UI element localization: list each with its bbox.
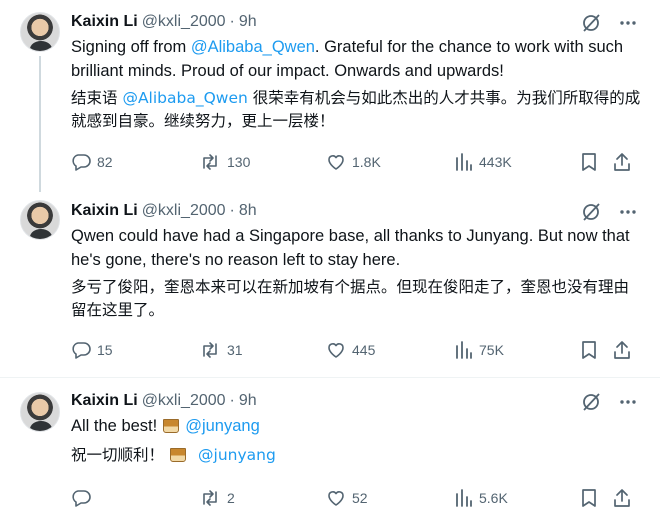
repost-count: 2 bbox=[227, 490, 235, 506]
tweet-header: Kaixin Li @kxli_2000 · 9h bbox=[71, 11, 257, 33]
tweet-text-en: All the best! @junyang bbox=[71, 414, 641, 438]
share-icon bbox=[614, 153, 630, 171]
text-segment: All the best! bbox=[71, 417, 158, 435]
reply-icon bbox=[72, 342, 91, 359]
author-name[interactable]: Kaixin Li bbox=[71, 202, 138, 220]
views-count: 443K bbox=[479, 154, 512, 170]
text-segment: Signing off from bbox=[71, 38, 191, 56]
views-count: 5.6K bbox=[479, 490, 508, 506]
reply-icon bbox=[72, 154, 91, 171]
avatar[interactable] bbox=[20, 392, 60, 432]
bookmark-button[interactable] bbox=[580, 340, 604, 360]
more-dots-icon[interactable] bbox=[618, 13, 638, 33]
tumbler-glass-icon bbox=[170, 448, 187, 462]
tweet-text-en: Signing off from @Alibaba_Qwen. Grateful… bbox=[71, 35, 641, 83]
like-button[interactable]: 445 bbox=[326, 340, 375, 360]
repost-icon bbox=[203, 490, 217, 506]
reply-button[interactable] bbox=[71, 488, 97, 508]
text-segment: 祝一切顺利！ bbox=[71, 446, 165, 464]
repost-count: 31 bbox=[227, 342, 243, 358]
like-button[interactable]: 52 bbox=[326, 488, 368, 508]
tweet-header: Kaixin Li @kxli_2000 · 9h bbox=[71, 390, 257, 412]
timestamp[interactable]: 9h bbox=[239, 13, 257, 31]
tweet-1[interactable]: Kaixin Li @kxli_2000 · 9h Signing off fr… bbox=[0, 0, 660, 192]
timestamp[interactable]: 9h bbox=[239, 392, 257, 410]
share-button[interactable] bbox=[612, 340, 638, 360]
share-icon bbox=[614, 489, 630, 507]
reply-button[interactable]: 82 bbox=[71, 152, 113, 172]
action-bar: 15 31 445 75K bbox=[71, 340, 636, 364]
bookmark-button[interactable] bbox=[580, 152, 604, 172]
views-bars-icon bbox=[456, 489, 472, 507]
heart-icon bbox=[328, 491, 344, 506]
separator-dot: · bbox=[229, 13, 235, 30]
reply-button[interactable]: 15 bbox=[71, 340, 113, 360]
action-bar: 82 130 1.8K 443K bbox=[71, 152, 636, 176]
text-segment: 多亏了俊阳，奎恩本来可以在新加坡有个据点。但现在俊阳走了，奎恩也没有理由留在这里… bbox=[71, 278, 630, 319]
heart-icon bbox=[328, 155, 344, 170]
more-dots-icon[interactable] bbox=[618, 202, 638, 222]
bookmark-button[interactable] bbox=[580, 488, 604, 508]
mention-link[interactable]: @junyang bbox=[185, 417, 260, 435]
more-dots-icon[interactable] bbox=[618, 392, 638, 412]
author-handle[interactable]: @kxli_2000 bbox=[142, 392, 226, 410]
repost-button[interactable]: 130 bbox=[199, 152, 250, 172]
reply-icon bbox=[72, 490, 91, 507]
tweet-corner-icons bbox=[580, 201, 638, 223]
views-button[interactable]: 75K bbox=[455, 340, 504, 360]
mention-link[interactable]: @Alibaba_Qwen bbox=[191, 38, 315, 56]
tumbler-glass-icon bbox=[163, 419, 180, 433]
tweet-text-zh: 结束语 @Alibaba_Qwen 很荣幸有机会与如此杰出的人才共事。为我们所取… bbox=[71, 87, 641, 133]
tweet-text-zh: 多亏了俊阳，奎恩本来可以在新加坡有个据点。但现在俊阳走了，奎恩也没有理由留在这里… bbox=[71, 276, 641, 322]
separator-dot: · bbox=[229, 202, 235, 219]
views-bars-icon bbox=[456, 153, 472, 171]
author-handle[interactable]: @kxli_2000 bbox=[142, 202, 226, 220]
tweet-corner-icons bbox=[580, 12, 638, 34]
action-bar: 2 52 5.6K bbox=[71, 488, 636, 512]
like-count: 1.8K bbox=[352, 154, 381, 170]
mention-link[interactable]: @junyang bbox=[198, 446, 276, 464]
tweet-2[interactable]: Kaixin Li @kxli_2000 · 8h Qwen could hav… bbox=[0, 192, 660, 376]
separator-dot: · bbox=[229, 392, 235, 409]
heart-icon bbox=[328, 343, 344, 358]
author-name[interactable]: Kaixin Li bbox=[71, 392, 138, 410]
author-name[interactable]: Kaixin Li bbox=[71, 13, 138, 31]
avatar[interactable] bbox=[20, 12, 60, 52]
repost-count: 130 bbox=[227, 154, 251, 170]
repost-button[interactable]: 2 bbox=[199, 488, 235, 508]
thread-line bbox=[39, 56, 41, 192]
views-button[interactable]: 443K bbox=[455, 152, 512, 172]
like-button[interactable]: 1.8K bbox=[326, 152, 381, 172]
tweet-corner-icons bbox=[580, 391, 638, 413]
avatar[interactable] bbox=[20, 200, 60, 240]
grok-slash-icon[interactable] bbox=[580, 391, 602, 413]
grok-slash-icon[interactable] bbox=[580, 201, 602, 223]
author-handle[interactable]: @kxli_2000 bbox=[142, 13, 226, 31]
tweet-text-en: Qwen could have had a Singapore base, al… bbox=[71, 224, 641, 272]
views-bars-icon bbox=[456, 341, 472, 359]
tweet-header: Kaixin Li @kxli_2000 · 8h bbox=[71, 200, 257, 222]
like-count: 52 bbox=[352, 490, 368, 506]
tweet-3[interactable]: Kaixin Li @kxli_2000 · 9h All the best! @… bbox=[0, 378, 660, 512]
share-button[interactable] bbox=[612, 152, 638, 172]
timestamp[interactable]: 8h bbox=[239, 202, 257, 220]
grok-slash-icon[interactable] bbox=[580, 12, 602, 34]
like-count: 445 bbox=[352, 342, 376, 358]
bookmark-icon bbox=[582, 341, 596, 359]
text-segment: Qwen could have had a Singapore base, al… bbox=[71, 227, 630, 269]
tweet-text-zh: 祝一切顺利！ @junyang bbox=[71, 444, 641, 467]
repost-icon bbox=[203, 154, 217, 170]
repost-button[interactable]: 31 bbox=[199, 340, 243, 360]
views-button[interactable]: 5.6K bbox=[455, 488, 508, 508]
text-segment: 结束语 bbox=[71, 89, 123, 107]
repost-icon bbox=[203, 342, 217, 358]
share-button[interactable] bbox=[612, 488, 638, 508]
reply-count: 82 bbox=[97, 154, 113, 170]
views-count: 75K bbox=[479, 342, 504, 358]
mention-link[interactable]: @Alibaba_Qwen bbox=[122, 89, 247, 107]
share-icon bbox=[614, 341, 630, 359]
reply-count: 15 bbox=[97, 342, 113, 358]
bookmark-icon bbox=[582, 489, 596, 507]
bookmark-icon bbox=[582, 153, 596, 171]
